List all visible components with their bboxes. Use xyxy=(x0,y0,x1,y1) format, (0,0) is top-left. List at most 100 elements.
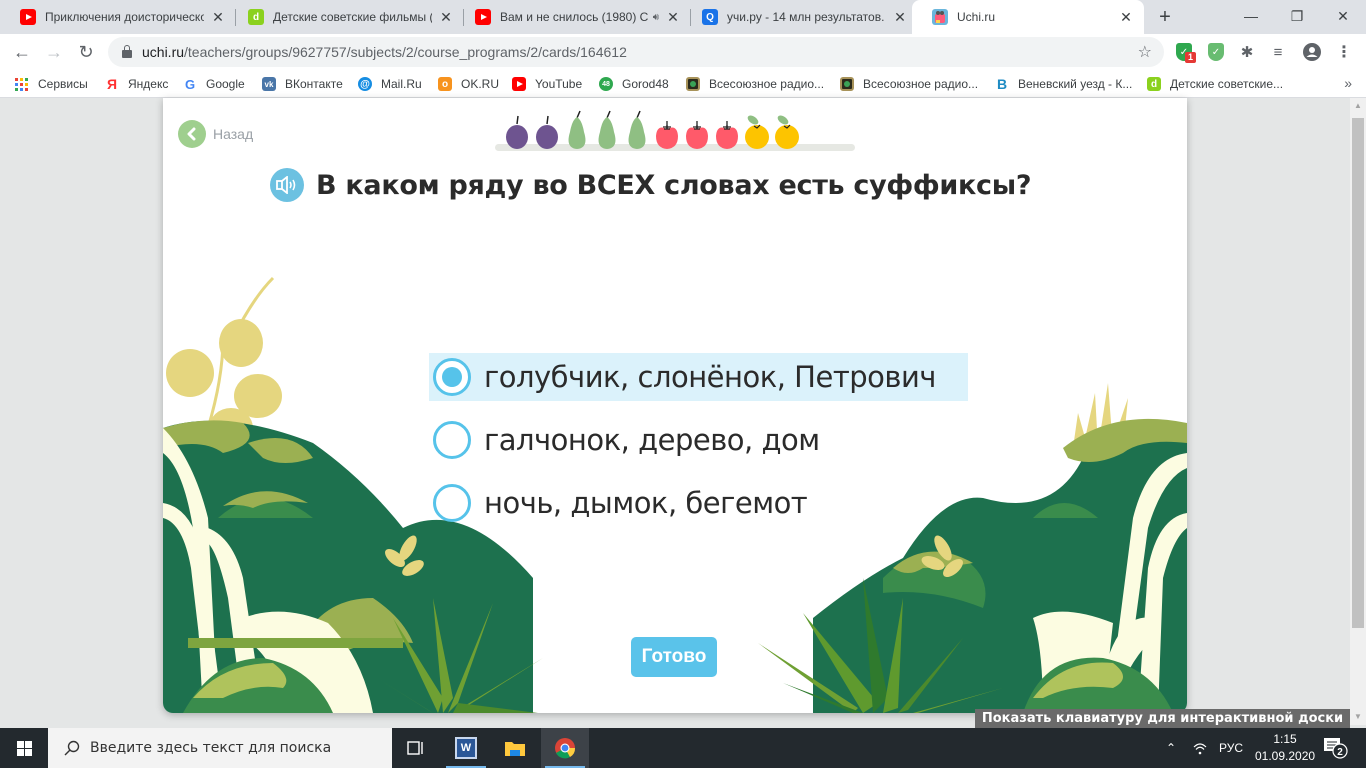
puzzle-extensions-icon[interactable]: ✱ xyxy=(1237,42,1257,62)
uchi-icon xyxy=(932,9,948,25)
action-center-icon[interactable]: 2 xyxy=(1322,736,1348,765)
task-view-icon[interactable] xyxy=(392,728,440,768)
pear-fruit-icon xyxy=(628,110,646,149)
search-icon xyxy=(64,740,80,756)
media-queue-icon[interactable]: ≡ xyxy=(1268,42,1288,62)
lock-icon[interactable] xyxy=(122,45,132,58)
close-window-button[interactable]: ✕ xyxy=(1320,0,1366,32)
plum-fruit-icon xyxy=(506,115,528,149)
bookmark-youtube[interactable]: YouTube xyxy=(512,75,582,93)
tab-1[interactable]: Приключения доисторическо ✕ xyxy=(0,0,236,34)
speaker-icon[interactable] xyxy=(270,168,304,202)
close-tab-icon[interactable]: ✕ xyxy=(210,9,226,26)
question-text: В каком ряду во ВСЕХ словах есть суффикс… xyxy=(316,169,1032,201)
yandex-icon: Я xyxy=(106,76,118,92)
bookmark-gorod48[interactable]: 48 Gorod48 xyxy=(599,75,669,93)
tab-title: учи.ру - 14 млн результатов. I xyxy=(727,10,886,24)
close-tab-icon[interactable]: ✕ xyxy=(892,9,908,26)
tab-3[interactable]: Вам и не снилось (1980) С 🔊︎ ✕ xyxy=(455,0,691,34)
answer-option-2[interactable]: галчонок, дерево, дом xyxy=(429,416,968,464)
submit-button[interactable]: Готово xyxy=(631,637,717,677)
network-icon[interactable] xyxy=(1192,728,1208,768)
clock-time: 1:15 xyxy=(1273,732,1297,746)
bookmarks-bar: Сервисы Я Яндекс G Google vk ВКонтакте @… xyxy=(0,70,1366,98)
tab-title: Uchi.ru xyxy=(957,10,996,24)
bookmark-services[interactable]: Сервисы xyxy=(15,75,88,93)
menu-kebab-icon[interactable]: ⋮ xyxy=(1334,42,1354,62)
address-bar[interactable]: uchi.ru/teachers/groups/9627757/subjects… xyxy=(108,37,1164,67)
file-explorer-icon[interactable] xyxy=(491,728,539,768)
radio-icon xyxy=(840,77,854,91)
bookmark-venev[interactable]: B Веневский уезд - К... xyxy=(995,75,1132,93)
taskbar-search[interactable]: Введите здесь текст для поиска xyxy=(48,728,392,768)
radio-button-selected[interactable] xyxy=(433,358,471,396)
radio-button[interactable] xyxy=(433,421,471,459)
scroll-down-arrow-icon[interactable]: ▼ xyxy=(1350,709,1366,725)
language-indicator[interactable]: РУС xyxy=(1219,728,1243,768)
bookmark-radio-2[interactable]: Всесоюзное радио... xyxy=(840,75,978,93)
google-icon: G xyxy=(184,76,196,92)
touch-keyboard-prompt[interactable]: Показать клавиатуру для интерактивной до… xyxy=(975,709,1350,728)
audio-playing-icon[interactable]: 🔊︎ xyxy=(653,12,659,23)
tab-2[interactable]: d Детские советские фильмы (3 ✕ xyxy=(228,0,464,34)
browser-toolbar: ← → ↻ uchi.ru/teachers/groups/9627757/su… xyxy=(0,34,1366,70)
windows-taskbar: Введите здесь текст для поиска W ⌃ РУС 1… xyxy=(0,728,1366,768)
answer-options: голубчик, слонёнок, Петрович галчонок, д… xyxy=(429,353,968,542)
restore-button[interactable]: ❐ xyxy=(1274,0,1320,32)
answer-option-1[interactable]: голубчик, слонёнок, Петрович xyxy=(429,353,968,401)
radio-button[interactable] xyxy=(433,484,471,522)
forward-arrow-icon[interactable]: → xyxy=(40,38,68,66)
bookmarks-overflow-button[interactable]: » xyxy=(1344,75,1352,91)
answer-text: галчонок, дерево, дом xyxy=(484,423,820,457)
back-arrow-icon[interactable]: ← xyxy=(8,38,36,66)
close-tab-icon[interactable]: ✕ xyxy=(1118,9,1134,26)
bookmark-vk[interactable]: vk ВКонтакте xyxy=(262,75,343,93)
tab-5-active[interactable]: Uchi.ru ✕ xyxy=(912,0,1144,34)
orange-fruit-icon xyxy=(775,115,799,149)
url-text[interactable]: uchi.ru/teachers/groups/9627757/subjects… xyxy=(142,44,627,60)
pear-fruit-icon xyxy=(598,110,616,149)
back-button[interactable]: Назад xyxy=(178,120,253,148)
back-label: Назад xyxy=(213,126,254,142)
answer-text: ночь, дымок, бегемот xyxy=(484,486,808,520)
scrollbar-thumb[interactable] xyxy=(1352,118,1364,628)
close-tab-icon[interactable]: ✕ xyxy=(438,9,454,26)
bookmark-detskie[interactable]: d Детские советские... xyxy=(1147,75,1283,93)
youtube-icon xyxy=(512,77,526,91)
close-tab-icon[interactable]: ✕ xyxy=(665,9,681,26)
show-hidden-icons-button[interactable]: ⌃ xyxy=(1166,728,1176,768)
word-app-icon[interactable]: W xyxy=(442,728,490,768)
start-button[interactable] xyxy=(0,728,48,768)
d-site-icon: d xyxy=(248,9,264,25)
youtube-icon xyxy=(475,9,491,25)
bookmark-yandex[interactable]: Я Яндекс xyxy=(105,75,168,93)
page-scrollbar[interactable]: ▲ ▼ xyxy=(1350,98,1366,725)
bookmark-google[interactable]: G Google xyxy=(183,75,245,93)
tab-title: Приключения доисторическо xyxy=(45,10,204,24)
gorod48-icon: 48 xyxy=(599,77,613,91)
reload-icon[interactable]: ↻ xyxy=(72,38,100,66)
tab-4[interactable]: Q учи.ру - 14 млн результатов. I ✕ xyxy=(682,0,918,34)
answer-option-3[interactable]: ночь, дымок, бегемот xyxy=(429,479,968,527)
progress-fruits xyxy=(495,110,855,154)
mailru-icon: @ xyxy=(358,77,372,91)
minimize-button[interactable]: — xyxy=(1228,0,1274,32)
extension-shield-icon[interactable]: ✓ 1 xyxy=(1174,42,1196,63)
vk-icon: vk xyxy=(262,77,276,91)
profile-avatar-icon[interactable] xyxy=(1302,42,1322,62)
orange-fruit-icon xyxy=(745,115,769,149)
bookmark-ok[interactable]: о OK.RU xyxy=(438,75,499,93)
new-tab-button[interactable]: + xyxy=(1153,5,1177,29)
bookmark-mailru[interactable]: @ Mail.Ru xyxy=(358,75,422,93)
apple-fruit-icon xyxy=(716,121,738,149)
bookmark-radio-1[interactable]: Всесоюзное радио... xyxy=(686,75,824,93)
tab-strip: Приключения доисторическо ✕ d Детские со… xyxy=(0,0,1366,34)
d-site-icon: d xyxy=(1147,77,1161,91)
system-clock[interactable]: 1:15 01.09.2020 xyxy=(1255,731,1315,765)
search-placeholder: Введите здесь текст для поиска xyxy=(90,740,332,756)
chrome-app-icon[interactable] xyxy=(541,728,589,768)
tab-title: Вам и не снилось (1980) С xyxy=(500,10,649,24)
adguard-icon[interactable]: ✓ xyxy=(1206,42,1226,62)
scroll-up-arrow-icon[interactable]: ▲ xyxy=(1350,98,1366,114)
bookmark-star-icon[interactable]: ☆ xyxy=(1138,42,1152,62)
